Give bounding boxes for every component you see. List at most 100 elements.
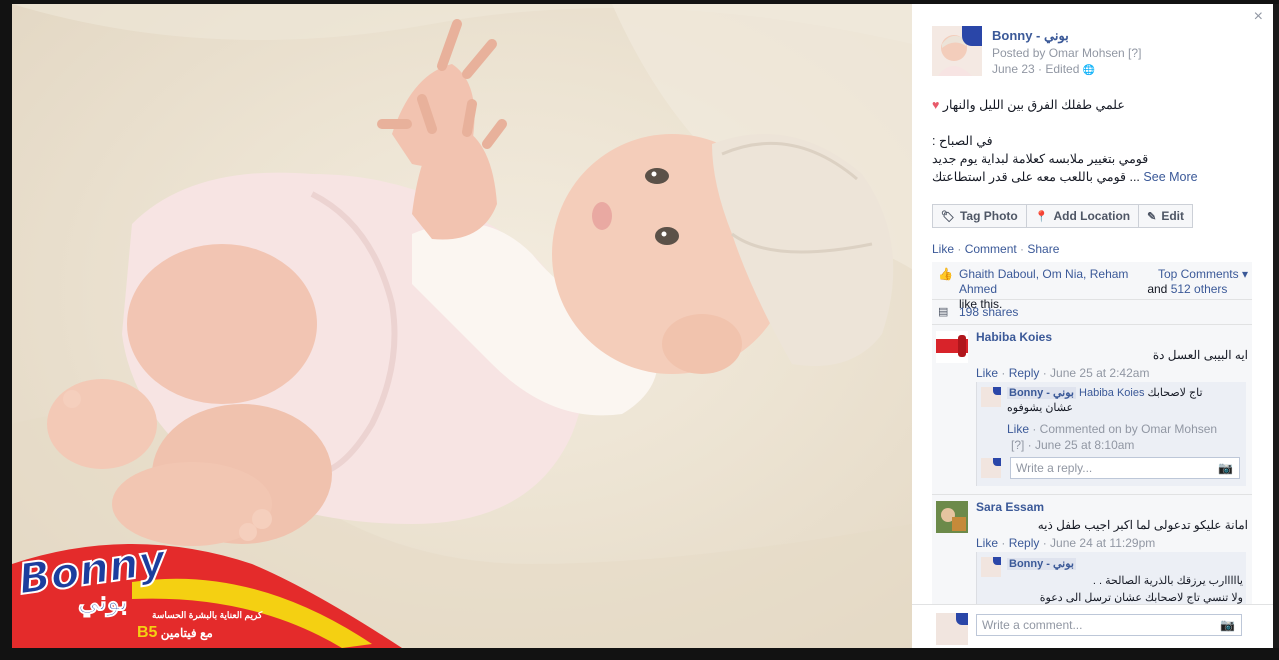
separator: · — [1039, 366, 1051, 380]
photo-viewer: Bonny بوني كريم العناية بالبشرة الحساسة … — [0, 0, 1279, 660]
reply-author-line: Bonny - بوني — [1007, 556, 1243, 573]
camera-icon[interactable]: 📷 — [1220, 618, 1235, 632]
caption-line-4-text: قومي باللعب معه على قدر استطاعتك ... — [932, 170, 1140, 184]
heart-icon: ♥ — [932, 98, 940, 112]
separator: · — [1039, 536, 1051, 550]
reply-item: Bonny - بوني يااااارب يرزقك بالذرية الصا… — [1007, 556, 1243, 607]
shares-summary: ▤ 198 shares — [932, 300, 1252, 325]
page-avatar[interactable] — [932, 26, 982, 76]
comment-composer: Write a comment... 📷 — [912, 604, 1273, 648]
likers-link[interactable]: Ghaith Daboul, Om Nia, Reham Ahmed — [959, 267, 1144, 297]
comment-time[interactable]: June 25 at 2:42am — [1050, 366, 1149, 380]
photo-actions: 🏷 Tag Photo 📍 Add Location ✎ Edit — [932, 204, 1194, 228]
reply-text-1: يااااارب يرزقك بالذرية الصالحة . . — [1092, 575, 1243, 587]
tag-icon: 🏷 — [941, 210, 955, 223]
location-pin-icon: 📍 — [1034, 210, 1049, 223]
comment-meta: Like · Reply · June 25 at 2:42am — [976, 366, 1149, 380]
comment-input[interactable]: Write a comment... 📷 — [976, 614, 1242, 636]
viewer-avatar — [981, 458, 1001, 478]
viewer-avatar — [936, 613, 968, 645]
separator: · — [998, 366, 1009, 380]
comment-link[interactable]: Comment — [965, 242, 1017, 256]
brand-vitamin-line: B5 مع فيتامين — [137, 624, 213, 642]
photo[interactable]: Bonny بوني كريم العناية بالبشرة الحساسة … — [12, 4, 912, 648]
like-link[interactable]: Like — [932, 242, 954, 256]
posted-by: Posted by Omar Mohsen [?] — [992, 46, 1142, 60]
page-name-link[interactable]: Bonny - بوني — [992, 28, 1069, 44]
comment-meta: Like · Reply · June 24 at 11:29pm — [976, 536, 1155, 550]
reply-text-1: تاج لاصحابك — [1147, 387, 1203, 399]
commenter-name[interactable]: Sara Essam — [976, 500, 1044, 514]
comment-text: امانة عليكو تدعولى لما اكبر اجيب طفل ذيه — [1037, 518, 1248, 532]
globe-icon: 🌐 — [1082, 65, 1096, 76]
tag-photo-label: Tag Photo — [959, 209, 1018, 223]
reply-placeholder: Write a reply... — [1016, 461, 1093, 475]
brand-badge — [962, 26, 982, 46]
brand-tagline: كريم العناية بالبشرة الحساسة — [152, 610, 263, 620]
reply-author[interactable]: Bonny - بوني — [1007, 558, 1076, 570]
feedback-box: 👍 Top Comments ▾ Ghaith Daboul, Om Nia, … — [932, 262, 1252, 622]
comment-like-link[interactable]: Like — [976, 536, 998, 550]
camera-icon[interactable]: 📷 — [1218, 461, 1233, 475]
reply-item: Bonny - بوني Habiba Koies تاج لاصحابك عش… — [1007, 386, 1243, 453]
others-link[interactable]: 512 others — [1171, 282, 1228, 296]
reply-text-2: عشان يشوفوه — [1007, 402, 1074, 414]
comment-reply-link[interactable]: Reply — [1009, 536, 1040, 550]
pencil-icon: ✎ — [1147, 210, 1157, 223]
separator: · — [954, 242, 965, 256]
reply-like-link[interactable]: Like — [1007, 422, 1029, 436]
brand-vitamin-badge: B5 — [137, 624, 158, 641]
add-location-button[interactable]: 📍 Add Location — [1025, 204, 1140, 228]
tag-photo-button[interactable]: 🏷 Tag Photo — [932, 204, 1027, 228]
brand-badge — [993, 458, 1001, 466]
caption-line-3: قومي بتغيير ملابسه كعلامة لبداية يوم جدي… — [932, 152, 1149, 166]
brand-badge — [956, 613, 968, 625]
comment-like-link[interactable]: Like — [976, 366, 998, 380]
likes-summary: 👍 Top Comments ▾ Ghaith Daboul, Om Nia, … — [932, 262, 1252, 311]
see-more-link[interactable]: See More — [1143, 170, 1197, 184]
reply-line-1: Bonny - بوني Habiba Koies تاج لاصحابك — [1007, 386, 1243, 401]
commenter-avatar[interactable] — [936, 501, 968, 533]
brand-badge — [993, 387, 1001, 395]
mention-link[interactable]: Habiba Koies — [1079, 387, 1144, 399]
separator: · — [1016, 242, 1028, 256]
reply-author[interactable]: Bonny - بوني — [1007, 387, 1076, 399]
shares-link[interactable]: 198 shares — [959, 305, 1018, 319]
commenter-name[interactable]: Habiba Koies — [976, 330, 1052, 344]
edit-label: Edit — [1161, 209, 1185, 223]
details-panel: × Bonny - بوني Posted by Omar Mohsen [?]… — [912, 4, 1273, 648]
likes-and-text: and — [1144, 282, 1171, 296]
reply-thread: Bonny - بوني Habiba Koies تاج لاصحابك عش… — [976, 382, 1246, 486]
caption-line-2: في الصباح : — [932, 134, 993, 148]
comment-text: ايه البيبى العسل دة — [1152, 348, 1248, 362]
comment-item: Sara Essam امانة عليكو تدعولى لما اكبر ا… — [932, 495, 1252, 622]
share-link[interactable]: Share — [1027, 242, 1059, 256]
caption-line-1-text: علمي طفلك الفرق بين الليل والنهار — [942, 98, 1125, 112]
reply-meta-2: [?] · June 25 at 8:10am — [1011, 438, 1135, 452]
reply-meta-1: · Commented on by Omar Mohsen — [1029, 422, 1218, 436]
edit-button[interactable]: ✎ Edit — [1138, 204, 1194, 228]
brand-badge — [993, 557, 1001, 565]
comment-placeholder: Write a comment... — [982, 618, 1083, 632]
reply-avatar[interactable] — [981, 557, 1001, 577]
reply-input[interactable]: Write a reply... 📷 — [1010, 457, 1240, 479]
comment-time[interactable]: June 24 at 11:29pm — [1050, 536, 1155, 550]
add-location-label: Add Location — [1053, 209, 1131, 223]
comment-reply-link[interactable]: Reply — [1009, 366, 1040, 380]
top-comments-dropdown[interactable]: Top Comments ▾ — [1158, 267, 1248, 282]
caption-line-4: قومي باللعب معه على قدر استطاعتك ... See… — [932, 168, 1252, 186]
post-date: June 23 · Edited 🌐 — [992, 62, 1095, 76]
caption-line-1: ♥ علمي طفلك الفرق بين الليل والنهار — [932, 96, 1252, 114]
commenter-avatar-image — [936, 501, 968, 533]
commenter-avatar[interactable] — [936, 331, 968, 363]
post-caption: ♥ علمي طفلك الفرق بين الليل والنهار في ا… — [932, 96, 1252, 186]
share-icon: ▤ — [938, 306, 949, 318]
commenter-avatar-image — [936, 331, 968, 363]
thumbs-up-icon: 👍 — [938, 267, 953, 281]
post-date-text[interactable]: June 23 · Edited — [992, 62, 1083, 76]
page-scrollbar[interactable] — [1273, 4, 1279, 648]
brand-vitamin-text: مع فيتامين — [160, 626, 213, 640]
close-icon[interactable]: × — [1254, 8, 1263, 26]
reply-avatar[interactable] — [981, 387, 1001, 407]
brand-logo-arabic: بوني — [78, 586, 129, 617]
